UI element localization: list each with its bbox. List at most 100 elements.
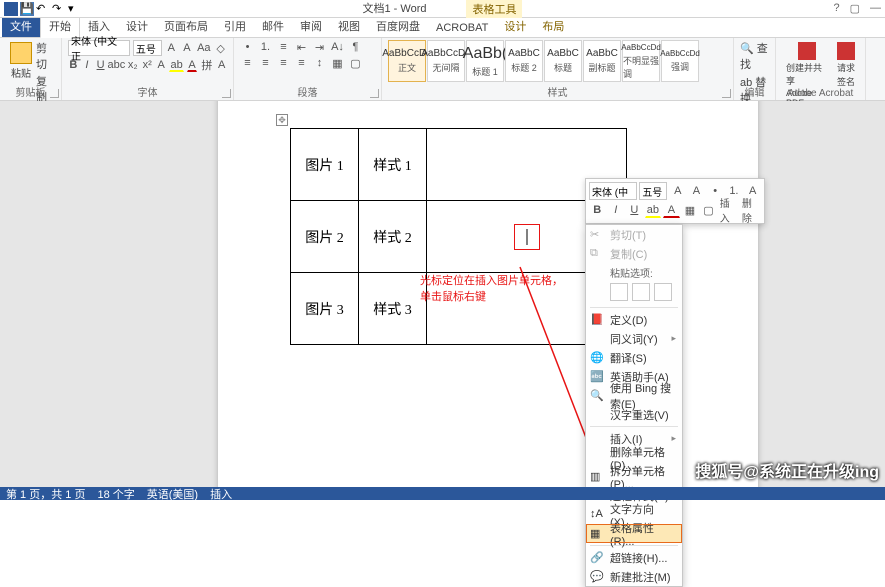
font-size-select[interactable]: 五号 xyxy=(133,40,162,56)
style-标题 2[interactable]: AaBbC标题 2 xyxy=(505,40,543,82)
style-标题 1[interactable]: AaBb(标题 1 xyxy=(466,40,504,82)
document-area[interactable]: ✥ 图片 1 样式 1 图片 2 样式 2 图片 3 样式 xyxy=(0,101,885,487)
menu-new-comment[interactable]: 💬新建批注(M) xyxy=(586,567,682,586)
font-color-icon[interactable]: A xyxy=(187,58,198,72)
text-effect-icon[interactable]: A xyxy=(156,58,167,72)
paste-merge-icon[interactable] xyxy=(632,283,650,301)
strike-icon[interactable]: abc xyxy=(109,58,124,72)
change-case-icon[interactable]: Aa xyxy=(196,41,211,55)
menu-copy[interactable]: ⧉复制(C) xyxy=(586,244,682,263)
save-icon[interactable]: 💾 xyxy=(20,2,34,16)
table-cell[interactable]: 图片 3 xyxy=(291,273,359,345)
insert-button[interactable]: 插入 xyxy=(719,202,739,218)
tab-mailings[interactable]: 邮件 xyxy=(254,15,292,37)
cut-button[interactable]: 剪切 xyxy=(36,40,55,72)
delete-button[interactable]: 删除 xyxy=(741,202,761,218)
help-icon[interactable]: ? xyxy=(833,2,839,15)
borders-icon[interactable]: ▢ xyxy=(348,56,363,70)
shading-icon[interactable]: ▦ xyxy=(682,202,699,218)
font-color-icon[interactable]: A xyxy=(663,202,680,218)
table-cell[interactable]: 图片 2 xyxy=(291,201,359,273)
menu-translate[interactable]: 🌐翻译(S) xyxy=(586,348,682,367)
table-cell[interactable]: 样式 3 xyxy=(359,273,427,345)
italic-icon[interactable]: I xyxy=(82,58,93,72)
italic-icon[interactable]: I xyxy=(608,202,625,218)
highlight-icon[interactable]: ab xyxy=(169,58,183,72)
bold-icon[interactable]: B xyxy=(68,58,79,72)
grow-font-icon[interactable]: A xyxy=(165,41,178,55)
table-cell[interactable]: 样式 2 xyxy=(359,201,427,273)
phonetic-icon[interactable]: 拼 xyxy=(200,58,213,72)
menu-hyperlink[interactable]: 🔗超链接(H)... xyxy=(586,548,682,567)
minimize-icon[interactable]: — xyxy=(870,2,881,15)
tab-file[interactable]: 文件 xyxy=(2,15,40,37)
paste-text-icon[interactable] xyxy=(654,283,672,301)
status-page[interactable]: 第 1 页，共 1 页 xyxy=(6,486,85,502)
status-language[interactable]: 英语(美国) xyxy=(147,486,198,502)
tab-baidu[interactable]: 百度网盘 xyxy=(368,15,428,37)
table-cell[interactable]: 样式 1 xyxy=(359,129,427,201)
indent-inc-icon[interactable]: ⇥ xyxy=(312,40,327,54)
status-word-count[interactable]: 18 个字 xyxy=(97,486,134,502)
style-无间隔[interactable]: AaBbCcDd无间隔 xyxy=(427,40,465,82)
align-justify-icon[interactable]: ≡ xyxy=(294,56,309,70)
menu-define[interactable]: 📕定义(D) xyxy=(586,310,682,329)
menu-reconvert[interactable]: 汉字重选(V) xyxy=(586,405,682,424)
style-不明显强调[interactable]: AaBbCcDd不明显强调 xyxy=(622,40,660,82)
dialog-launcher-icon[interactable] xyxy=(222,89,231,98)
table-move-handle[interactable]: ✥ xyxy=(276,114,288,126)
show-marks-icon[interactable]: ¶ xyxy=(348,40,363,54)
menu-split-cells[interactable]: ▥拆分单元格(P)... xyxy=(586,467,682,486)
line-spacing-icon[interactable]: ↕ xyxy=(312,56,327,70)
menu-bing-search[interactable]: 🔍使用 Bing 搜索(E) xyxy=(586,386,682,405)
numbering-icon[interactable]: 1. xyxy=(258,40,273,54)
align-center-icon[interactable]: ≡ xyxy=(258,56,273,70)
mini-size-select[interactable]: 五号 xyxy=(639,182,667,200)
tab-acrobat[interactable]: ACROBAT xyxy=(428,19,496,37)
align-right-icon[interactable]: ≡ xyxy=(276,56,291,70)
acrobat-create-button[interactable]: 创建并共享Adobe PDF xyxy=(782,40,831,110)
find-button[interactable]: 🔍 查找 xyxy=(740,40,769,72)
grow-font-icon[interactable]: A xyxy=(669,183,686,199)
status-insert-mode[interactable]: 插入 xyxy=(210,486,232,502)
bold-icon[interactable]: B xyxy=(589,202,606,218)
shrink-font-icon[interactable]: A xyxy=(688,183,705,199)
tab-references[interactable]: 引用 xyxy=(216,15,254,37)
menu-synonym[interactable]: 同义词(Y)▸ xyxy=(586,329,682,348)
table-cell[interactable]: 图片 1 xyxy=(291,129,359,201)
borders-icon[interactable]: ▢ xyxy=(700,202,717,218)
subscript-icon[interactable]: x₂ xyxy=(127,58,139,72)
underline-icon[interactable]: U xyxy=(626,202,643,218)
dialog-launcher-icon[interactable] xyxy=(370,89,379,98)
style-强调[interactable]: AaBbCcDd强调 xyxy=(661,40,699,82)
tab-table-design[interactable]: 设计 xyxy=(496,15,534,37)
char-border-icon[interactable]: A xyxy=(216,58,227,72)
sort-icon[interactable]: A↓ xyxy=(330,40,345,54)
style-正文[interactable]: AaBbCcDd正文 xyxy=(388,40,426,82)
tab-table-layout[interactable]: 布局 xyxy=(534,15,572,37)
shrink-font-icon[interactable]: A xyxy=(181,41,194,55)
dialog-launcher-icon[interactable] xyxy=(722,89,731,98)
tab-review[interactable]: 审阅 xyxy=(292,15,330,37)
document-table[interactable]: 图片 1 样式 1 图片 2 样式 2 图片 3 样式 3 xyxy=(290,128,627,345)
menu-cut[interactable]: ✂剪切(T) xyxy=(586,225,682,244)
style-标题[interactable]: AaBbC标题 xyxy=(544,40,582,82)
customize-qat-icon[interactable]: ▾ xyxy=(68,2,82,16)
align-left-icon[interactable]: ≡ xyxy=(240,56,255,70)
style-副标题[interactable]: AaBbC副标题 xyxy=(583,40,621,82)
shading-icon[interactable]: ▦ xyxy=(330,56,345,70)
menu-table-properties[interactable]: ▦表格属性(R)... xyxy=(586,524,682,543)
clear-format-icon[interactable]: ◇ xyxy=(214,41,227,55)
highlight-icon[interactable]: ab xyxy=(645,202,662,218)
mini-font-select[interactable]: 宋体 (中 xyxy=(589,182,637,200)
multilevel-icon[interactable]: ≡ xyxy=(276,40,291,54)
indent-dec-icon[interactable]: ⇤ xyxy=(294,40,309,54)
ribbon-options-icon[interactable]: ▢ xyxy=(850,2,860,15)
superscript-icon[interactable]: x² xyxy=(142,58,153,72)
tab-view[interactable]: 视图 xyxy=(330,15,368,37)
undo-icon[interactable]: ↶ xyxy=(36,2,50,16)
underline-icon[interactable]: U xyxy=(95,58,106,72)
tab-layout[interactable]: 页面布局 xyxy=(156,15,216,37)
acrobat-sign-button[interactable]: 请求签名 xyxy=(833,40,859,110)
bullets-icon[interactable]: • xyxy=(240,40,255,54)
